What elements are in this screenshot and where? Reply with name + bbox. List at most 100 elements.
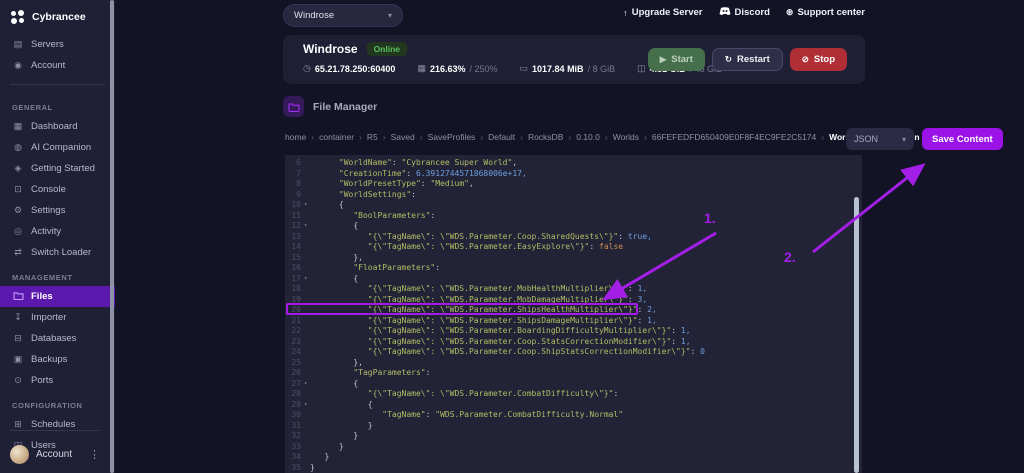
code-line: 12▾ { bbox=[285, 221, 862, 232]
fold-marker-icon bbox=[301, 211, 310, 222]
fold-marker-icon bbox=[301, 284, 310, 295]
stop-button[interactable]: ⊘Stop bbox=[790, 48, 847, 71]
kebab-menu-icon[interactable]: ⋮ bbox=[89, 448, 102, 461]
sidebar-item-importer[interactable]: ↧Importer bbox=[0, 307, 115, 328]
language-select-dropdown[interactable]: JSON ▾ bbox=[846, 128, 914, 150]
code-line: 18 "{\"TagName\": \"WDS.Parameter.MobHea… bbox=[285, 284, 862, 295]
code-line: 28 "{\"TagName\": \"WDS.Parameter.Combat… bbox=[285, 389, 862, 400]
breadcrumb-item[interactable]: home bbox=[285, 132, 306, 142]
chevron-down-icon: ▾ bbox=[902, 135, 906, 144]
sidebar-item-console[interactable]: ⊡Console bbox=[0, 179, 115, 200]
sidebar-item-dashboard[interactable]: ▦Dashboard bbox=[0, 116, 115, 137]
sidebar-item-ports[interactable]: ⊙Ports bbox=[0, 370, 115, 391]
sidebar-item-label: Backups bbox=[31, 354, 67, 365]
fold-marker-icon bbox=[301, 442, 310, 453]
breadcrumb-item[interactable]: Default bbox=[488, 132, 515, 142]
topbar-link-support-center[interactable]: ⊛Support center bbox=[786, 7, 865, 18]
sidebar-item-getting-started[interactable]: ◈Getting Started bbox=[0, 158, 115, 179]
code-text: { bbox=[310, 274, 358, 285]
line-number: 16 bbox=[285, 263, 301, 274]
sidebar-footer: Account ⋮ bbox=[0, 422, 110, 470]
sidebar-item-databases[interactable]: ⊟Databases bbox=[0, 328, 115, 349]
sidebar-item-activity[interactable]: ◎Activity bbox=[0, 221, 115, 242]
breadcrumb-separator-icon: › bbox=[359, 132, 362, 142]
code-line: 20 "{\"TagName\": \"WDS.Parameter.ShipsH… bbox=[285, 305, 862, 316]
breadcrumb-item[interactable]: SaveProfiles bbox=[428, 132, 476, 142]
code-text: { bbox=[310, 221, 358, 232]
breadcrumb-item[interactable]: Saved bbox=[391, 132, 415, 142]
server-select-dropdown[interactable]: Windrose ▾ bbox=[283, 4, 403, 27]
sidebar-item-label: Servers bbox=[31, 39, 64, 50]
server-stat: ◷65.21.78.250:60400 bbox=[303, 63, 395, 74]
line-number: 35 bbox=[285, 463, 301, 473]
topbar-links: ↑Upgrade ServerDiscord⊛Support center bbox=[655, 7, 865, 18]
breadcrumb-separator-icon: › bbox=[568, 132, 571, 142]
code-text: "WorldPresetType": "Medium", bbox=[310, 179, 474, 190]
breadcrumb-separator-icon: › bbox=[480, 132, 483, 142]
sidebar-item-files[interactable]: Files bbox=[0, 286, 115, 307]
sidebar-item-label: Settings bbox=[31, 205, 65, 216]
code-text: "{\"TagName\": \"WDS.Parameter.Coop.Stat… bbox=[310, 337, 691, 348]
fold-marker-icon: ▾ bbox=[301, 200, 310, 211]
code-text: { bbox=[310, 379, 358, 390]
stat-value: 216.63% bbox=[430, 64, 466, 74]
account-menu[interactable]: Account ⋮ bbox=[0, 439, 110, 470]
breadcrumb-item[interactable]: 66FEFEDFD650409E0F8F4EC9FE2C5174 bbox=[652, 132, 816, 142]
sidebar-section-label: MANAGEMENT bbox=[0, 263, 115, 286]
sidebar-scrollbar[interactable] bbox=[110, 0, 114, 473]
brand[interactable]: Cybrancee bbox=[0, 0, 115, 34]
sidebar-item-label: Importer bbox=[31, 312, 66, 323]
breadcrumb-item[interactable]: Worlds bbox=[613, 132, 639, 142]
code-text: } bbox=[310, 442, 344, 453]
server-card: Windrose Online ◷65.21.78.250:60400▦216.… bbox=[283, 35, 865, 84]
power-buttons: ▶Start ↻Restart ⊘Stop bbox=[648, 48, 847, 71]
fold-marker-icon bbox=[301, 326, 310, 337]
fold-marker-icon bbox=[301, 263, 310, 274]
fold-marker-icon bbox=[301, 337, 310, 348]
code-line: 15 }, bbox=[285, 253, 862, 264]
code-text: "TagName": "WDS.Parameter.CombatDifficul… bbox=[310, 410, 623, 421]
line-number: 26 bbox=[285, 368, 301, 379]
line-number: 33 bbox=[285, 442, 301, 453]
code-text: "TagParameters": bbox=[310, 368, 430, 379]
sidebar-item-ai-companion[interactable]: ◍AI Companion bbox=[0, 137, 115, 158]
restart-button[interactable]: ↻Restart bbox=[712, 48, 783, 71]
server-stat: ▭1017.84 MiB / 8 GiB bbox=[520, 63, 616, 74]
code-line: 27▾ { bbox=[285, 379, 862, 390]
sidebar-item-account[interactable]: ◉Account bbox=[0, 55, 115, 76]
sidebar-item-backups[interactable]: ▣Backups bbox=[0, 349, 115, 370]
code-editor[interactable]: 6 "WorldName": "Cybrancee Super World",7… bbox=[285, 155, 862, 473]
start-button[interactable]: ▶Start bbox=[648, 48, 705, 71]
topbar-link-upgrade-server[interactable]: ↑Upgrade Server bbox=[623, 7, 702, 18]
line-number: 22 bbox=[285, 326, 301, 337]
line-number: 12 bbox=[285, 221, 301, 232]
code-line: 13 "{\"TagName\": \"WDS.Parameter.Coop.S… bbox=[285, 232, 862, 243]
breadcrumb-item[interactable]: R5 bbox=[367, 132, 378, 142]
topbar-link-label: Upgrade Server bbox=[632, 7, 703, 18]
code-text: "BoolParameters": bbox=[310, 211, 435, 222]
code-text: "{\"TagName\": \"WDS.Parameter.ShipsDama… bbox=[310, 316, 657, 327]
save-content-button[interactable]: Save Content bbox=[922, 128, 1003, 150]
sidebar-item-servers[interactable]: ▤Servers bbox=[0, 34, 115, 55]
fold-marker-icon bbox=[301, 242, 310, 253]
sidebar-item-settings[interactable]: ⚙Settings bbox=[0, 200, 115, 221]
code-line: 30 "TagName": "WDS.Parameter.CombatDiffi… bbox=[285, 410, 862, 421]
breadcrumb-item[interactable]: RocksDB bbox=[528, 132, 563, 142]
language-select-value: JSON bbox=[854, 134, 878, 144]
sidebar-item-label: Getting Started bbox=[31, 163, 95, 174]
code-line: 7 "CreationTime": 6.3912744571868006e+17… bbox=[285, 169, 862, 180]
line-number: 32 bbox=[285, 431, 301, 442]
line-number: 13 bbox=[285, 232, 301, 243]
code-line: 21 "{\"TagName\": \"WDS.Parameter.ShipsD… bbox=[285, 316, 862, 327]
editor-scrollbar[interactable] bbox=[854, 197, 859, 473]
account-menu-label: Account bbox=[36, 449, 72, 460]
brand-logo-icon bbox=[11, 10, 25, 24]
code-line: 8 "WorldPresetType": "Medium", bbox=[285, 179, 862, 190]
sidebar-item-switch-loader[interactable]: ⇄Switch Loader bbox=[0, 242, 115, 263]
breadcrumb-item[interactable]: 0.10.0 bbox=[576, 132, 600, 142]
sidebar-section-label: CONFIGURATION bbox=[0, 391, 115, 414]
topbar-link-discord[interactable]: Discord bbox=[719, 7, 770, 18]
breadcrumb-item[interactable]: container bbox=[319, 132, 354, 142]
memory-icon: ▭ bbox=[520, 63, 529, 74]
code-line: 16 "FloatParameters": bbox=[285, 263, 862, 274]
